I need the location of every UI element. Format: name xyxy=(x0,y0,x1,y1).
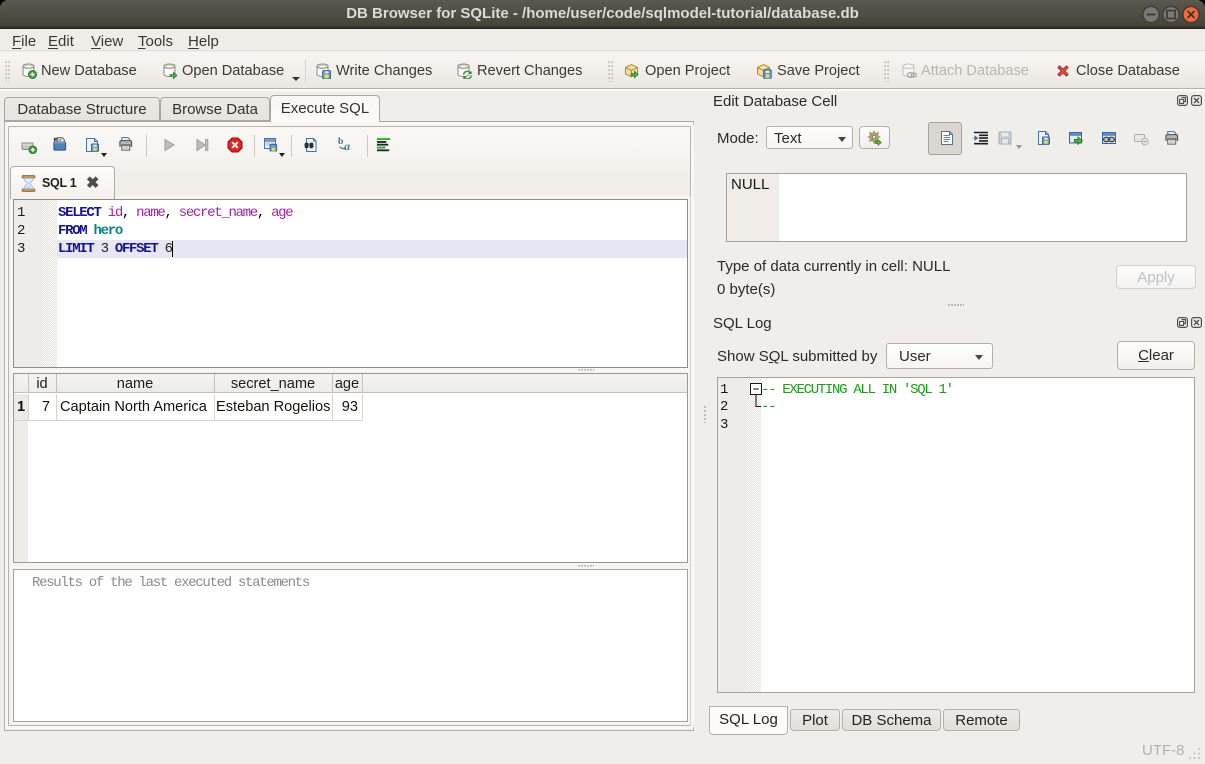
svg-text:b: b xyxy=(338,136,344,147)
svg-text:a: a xyxy=(344,141,350,152)
